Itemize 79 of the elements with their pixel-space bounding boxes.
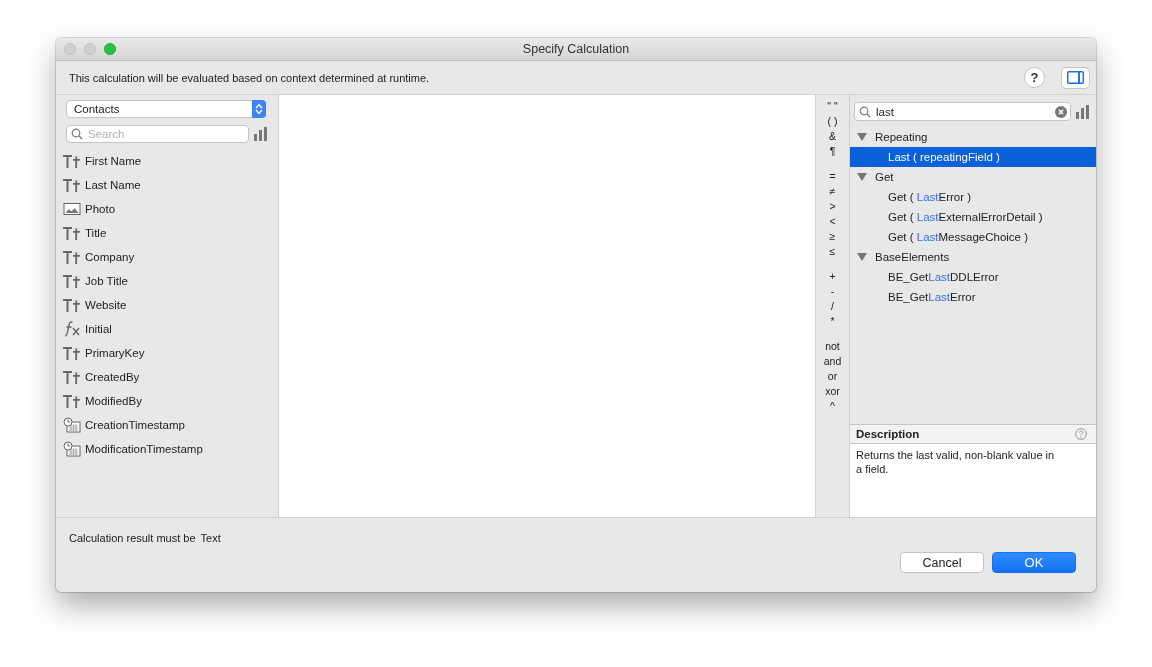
function-item[interactable]: BE_GetLastError	[850, 287, 1096, 307]
operator-button[interactable]: ¶	[829, 144, 836, 159]
function-category[interactable]: BaseElements	[850, 247, 1096, 267]
operator-button[interactable]: ≤	[829, 244, 836, 259]
table-popup[interactable]: Contacts	[66, 100, 266, 118]
disclosure-triangle-down-icon[interactable]	[857, 132, 867, 142]
operator-button[interactable]: /	[831, 299, 834, 314]
text-type-icon	[63, 298, 81, 312]
clock-calendar-icon	[63, 417, 81, 433]
field-name[interactable]: PrimaryKey	[85, 347, 145, 359]
search-field[interactable]: last	[854, 102, 1071, 121]
sidebar-icon	[1067, 71, 1084, 84]
function-category[interactable]: Repeating	[850, 127, 1096, 147]
operator-button[interactable]: " "	[827, 99, 838, 114]
description-title: Description	[856, 428, 920, 440]
result-type-value[interactable]: Text	[200, 532, 221, 544]
result-type-label: Calculation result must be	[69, 532, 196, 544]
window-title: Specify Calculation	[522, 42, 630, 56]
field-name[interactable]: Job Title	[85, 275, 128, 287]
operator-button[interactable]: and	[823, 354, 842, 369]
field-name[interactable]: CreatedBy	[85, 371, 140, 383]
function-icon	[63, 321, 81, 337]
operator-button[interactable]: ≥	[829, 229, 836, 244]
search-icon	[71, 128, 83, 140]
field-name[interactable]: Last Name	[85, 179, 141, 191]
bar-chart-icon[interactable]	[1076, 104, 1090, 119]
field-name[interactable]: First Name	[85, 155, 142, 167]
help-icon[interactable]	[1075, 428, 1087, 440]
function-item[interactable]: Get ( LastError )	[850, 187, 1096, 207]
function-item[interactable]: BE_GetLastDDLError	[850, 267, 1096, 287]
sidebar-toggle-button[interactable]	[1061, 66, 1090, 89]
text-type-icon	[63, 250, 81, 264]
text-type-icon	[63, 226, 81, 240]
text-type-icon	[63, 154, 81, 168]
operator-button[interactable]: &	[829, 129, 836, 144]
clear-icon[interactable]	[1055, 105, 1067, 118]
context-note: This calculation will be evaluated based on context determined at runtime.	[69, 71, 431, 84]
field-name[interactable]: ModifiedBy	[85, 395, 142, 407]
operator-button[interactable]: >	[829, 199, 836, 214]
field-name[interactable]: ModificationTimestamp	[85, 443, 203, 455]
field-name[interactable]: Initial	[85, 323, 112, 335]
text-type-icon	[63, 178, 81, 192]
function-item[interactable]: Get ( LastExternalErrorDetail )	[850, 207, 1096, 227]
function-category[interactable]: Get	[850, 167, 1096, 187]
bar-chart-icon[interactable]	[254, 127, 268, 141]
operator-button[interactable]: not	[825, 339, 840, 354]
description-text: Returns the last valid, non-blank value in a field.	[856, 448, 1056, 476]
field-name[interactable]: Title	[85, 227, 107, 239]
help-button[interactable]: ?	[1024, 67, 1045, 88]
zoom-button[interactable]	[104, 43, 116, 55]
search-icon	[859, 105, 871, 118]
ok-button[interactable]: OK	[992, 552, 1076, 573]
operator-button[interactable]: xor	[825, 384, 840, 399]
operator-button[interactable]: -	[830, 284, 835, 299]
text-type-icon	[63, 274, 81, 288]
clock-calendar-icon	[63, 441, 81, 457]
operator-button[interactable]: or	[827, 369, 838, 384]
operator-button[interactable]: ^	[830, 399, 835, 414]
field-name[interactable]: Photo	[85, 203, 116, 215]
text-type-icon	[63, 370, 81, 384]
search-field[interactable]: Search	[66, 125, 249, 143]
text-type-icon	[63, 346, 81, 360]
operator-button[interactable]: ≠	[829, 184, 836, 199]
operator-button[interactable]: ( )	[827, 114, 838, 129]
operator-button[interactable]: *	[830, 314, 835, 329]
field-name[interactable]: Website	[85, 299, 127, 311]
function-item[interactable]: Get ( LastMessageChoice )	[850, 227, 1096, 247]
operator-button[interactable]: <	[829, 214, 836, 229]
field-name[interactable]: Company	[85, 251, 135, 263]
disclosure-triangle-down-icon[interactable]	[857, 252, 867, 262]
stepper-arrows-icon	[255, 103, 263, 115]
cancel-button[interactable]: Cancel	[900, 552, 984, 573]
operator-button[interactable]: +	[829, 269, 836, 284]
field-name[interactable]: CreationTimestamp	[85, 419, 185, 431]
disclosure-triangle-down-icon[interactable]	[857, 172, 867, 182]
text-type-icon	[63, 394, 81, 408]
function-item[interactable]: Last ( repeatingField )	[850, 147, 1096, 167]
image-icon	[63, 202, 81, 216]
operator-button[interactable]: =	[829, 169, 836, 184]
